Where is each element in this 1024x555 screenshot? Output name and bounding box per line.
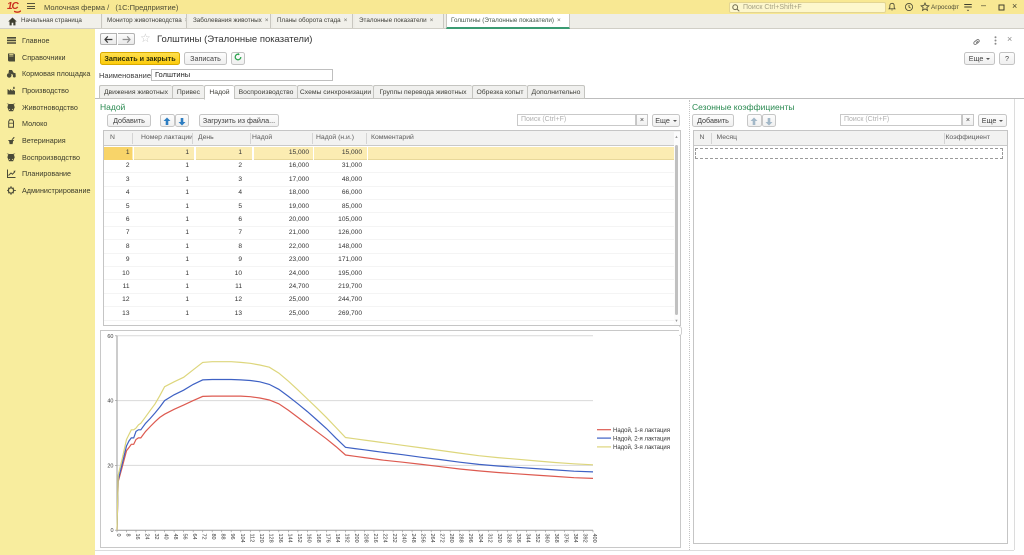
svg-text:344: 344 [524, 534, 530, 543]
svg-text:24: 24 [144, 534, 150, 540]
svg-text:48: 48 [172, 534, 178, 540]
svg-text:304: 304 [477, 534, 483, 543]
svg-text:312: 312 [486, 534, 492, 543]
svg-text:392: 392 [582, 534, 588, 543]
svg-text:280: 280 [448, 534, 454, 543]
svg-text:368: 368 [553, 534, 559, 543]
svg-text:Надой, 2-я лактация: Надой, 2-я лактация [613, 435, 670, 442]
svg-text:272: 272 [439, 534, 445, 543]
svg-text:144: 144 [286, 534, 292, 543]
svg-text:104: 104 [239, 534, 245, 543]
svg-text:32: 32 [153, 534, 159, 540]
svg-text:40: 40 [107, 399, 113, 405]
svg-text:192: 192 [344, 534, 350, 543]
svg-text:60: 60 [107, 334, 113, 340]
svg-text:320: 320 [496, 534, 502, 543]
svg-text:0: 0 [110, 528, 113, 534]
svg-text:264: 264 [429, 534, 435, 543]
svg-text:296: 296 [467, 534, 473, 543]
svg-text:200: 200 [353, 534, 359, 543]
svg-text:160: 160 [305, 534, 311, 543]
svg-text:328: 328 [505, 534, 511, 543]
svg-text:0: 0 [115, 534, 121, 537]
svg-text:20: 20 [107, 463, 113, 469]
svg-text:8: 8 [125, 534, 131, 537]
svg-text:360: 360 [543, 534, 549, 543]
svg-text:232: 232 [391, 534, 397, 543]
svg-text:128: 128 [267, 534, 273, 543]
svg-text:248: 248 [410, 534, 416, 543]
svg-text:Надой, 1-я лактация: Надой, 1-я лактация [613, 427, 670, 434]
svg-text:16: 16 [134, 534, 140, 540]
svg-text:112: 112 [248, 534, 254, 543]
svg-text:80: 80 [210, 534, 216, 540]
svg-text:96: 96 [229, 534, 235, 540]
svg-text:336: 336 [515, 534, 521, 543]
svg-text:136: 136 [277, 534, 283, 543]
svg-text:216: 216 [372, 534, 378, 543]
svg-text:352: 352 [534, 534, 540, 543]
svg-text:40: 40 [163, 534, 169, 540]
svg-text:184: 184 [334, 534, 340, 543]
svg-text:72: 72 [201, 534, 207, 540]
svg-text:400: 400 [591, 534, 597, 543]
svg-text:64: 64 [191, 534, 197, 540]
svg-text:240: 240 [401, 534, 407, 543]
svg-text:Надой, 3-я лактация: Надой, 3-я лактация [613, 444, 670, 451]
svg-text:288: 288 [458, 534, 464, 543]
svg-text:384: 384 [572, 534, 578, 543]
svg-text:152: 152 [296, 534, 302, 543]
svg-text:88: 88 [220, 534, 226, 540]
svg-text:224: 224 [382, 534, 388, 543]
svg-text:376: 376 [562, 534, 568, 543]
svg-text:120: 120 [258, 534, 264, 543]
svg-text:168: 168 [315, 534, 321, 543]
svg-text:56: 56 [182, 534, 188, 540]
svg-text:208: 208 [363, 534, 369, 543]
svg-text:176: 176 [324, 534, 330, 543]
svg-text:256: 256 [420, 534, 426, 543]
